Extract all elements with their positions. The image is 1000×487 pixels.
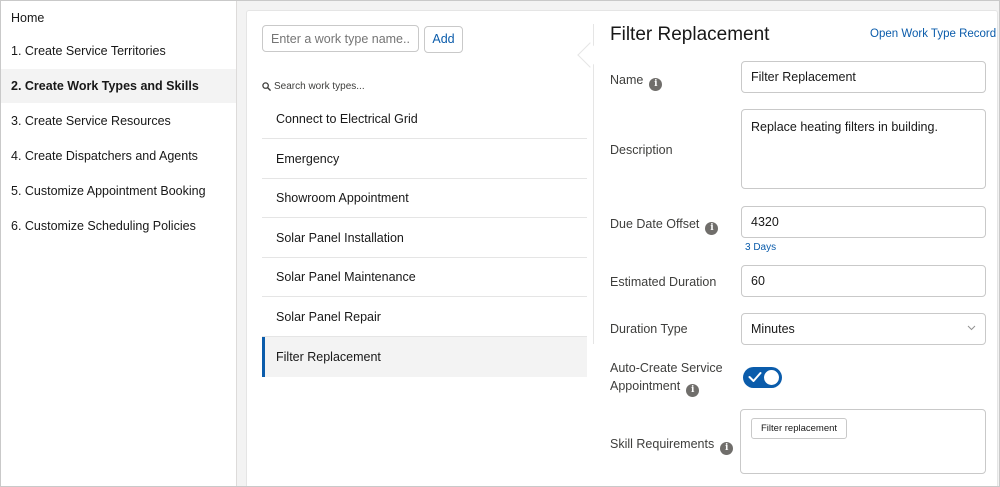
- info-icon[interactable]: i: [686, 384, 700, 397]
- toggle-knob: [764, 370, 779, 385]
- work-type-name-input[interactable]: [262, 25, 419, 52]
- nav-item-scheduling-policies[interactable]: 6. Customize Scheduling Policies: [1, 209, 236, 243]
- duration-type-select[interactable]: Minutes: [741, 313, 986, 345]
- nav-item-dispatchers-and-agents[interactable]: 4. Create Dispatchers and Agents: [1, 139, 236, 173]
- list-item[interactable]: Solar Panel Installation: [262, 218, 587, 258]
- nav-item-home[interactable]: Home: [1, 1, 236, 35]
- description-label: Description: [610, 143, 673, 157]
- estimated-duration-label: Estimated Duration: [610, 275, 717, 289]
- list-item[interactable]: Solar Panel Maintenance: [262, 257, 587, 297]
- auto-create-label-line1: Auto-Create Service: [610, 361, 723, 375]
- add-work-type-button[interactable]: Add: [424, 26, 463, 53]
- duration-type-value: Minutes: [751, 322, 795, 336]
- list-item-selected[interactable]: Filter Replacement: [262, 337, 587, 377]
- name-field[interactable]: Filter Replacement: [741, 61, 986, 93]
- list-item[interactable]: Connect to Electrical Grid: [262, 99, 587, 139]
- skill-requirements-label-text: Skill Requirements: [610, 437, 715, 451]
- list-item[interactable]: Emergency: [262, 139, 587, 179]
- auto-create-label: Auto-Create Service Appointment i: [610, 359, 723, 397]
- list-item[interactable]: Solar Panel Repair: [262, 297, 587, 337]
- auto-create-label-line2: Appointment: [610, 379, 681, 393]
- skill-requirements-label: Skill Requirements i: [610, 435, 734, 455]
- nav-item-service-resources[interactable]: 3. Create Service Resources: [1, 104, 236, 138]
- due-date-offset-label: Due Date Offset i: [610, 215, 719, 235]
- name-label-text: Name: [610, 73, 644, 87]
- auto-create-toggle[interactable]: [743, 367, 782, 388]
- estimated-duration-field[interactable]: 60: [741, 265, 986, 297]
- detail-title: Filter Replacement: [610, 24, 770, 45]
- duration-type-label: Duration Type: [610, 322, 688, 336]
- due-date-offset-field[interactable]: 4320: [741, 206, 986, 238]
- list-item[interactable]: Showroom Appointment: [262, 178, 587, 218]
- setup-steps-nav: Home 1. Create Service Territories 2. Cr…: [1, 1, 236, 486]
- nav-item-appointment-booking[interactable]: 5. Customize Appointment Booking: [1, 174, 236, 208]
- due-date-offset-label-text: Due Date Offset: [610, 217, 700, 231]
- skill-pill[interactable]: Filter replacement: [751, 418, 848, 439]
- chevron-down-icon: [967, 325, 976, 331]
- info-icon[interactable]: i: [705, 222, 719, 235]
- description-field[interactable]: Replace heating filters in building.: [741, 109, 986, 189]
- work-type-search[interactable]: Search work types...: [262, 78, 587, 96]
- info-icon[interactable]: i: [720, 442, 734, 455]
- open-work-type-record-link[interactable]: Open Work Type Record: [870, 28, 996, 40]
- check-icon: [748, 372, 762, 382]
- nav-item-work-types-and-skills[interactable]: 2. Create Work Types and Skills: [1, 69, 236, 103]
- name-label: Name i: [610, 71, 663, 91]
- search-placeholder: Search work types...: [274, 81, 365, 92]
- search-icon: [262, 82, 271, 91]
- nav-item-service-territories[interactable]: 1. Create Service Territories: [1, 34, 236, 68]
- column-divider: [593, 24, 594, 344]
- info-icon[interactable]: i: [649, 78, 663, 91]
- due-date-offset-helper: 3 Days: [745, 242, 777, 253]
